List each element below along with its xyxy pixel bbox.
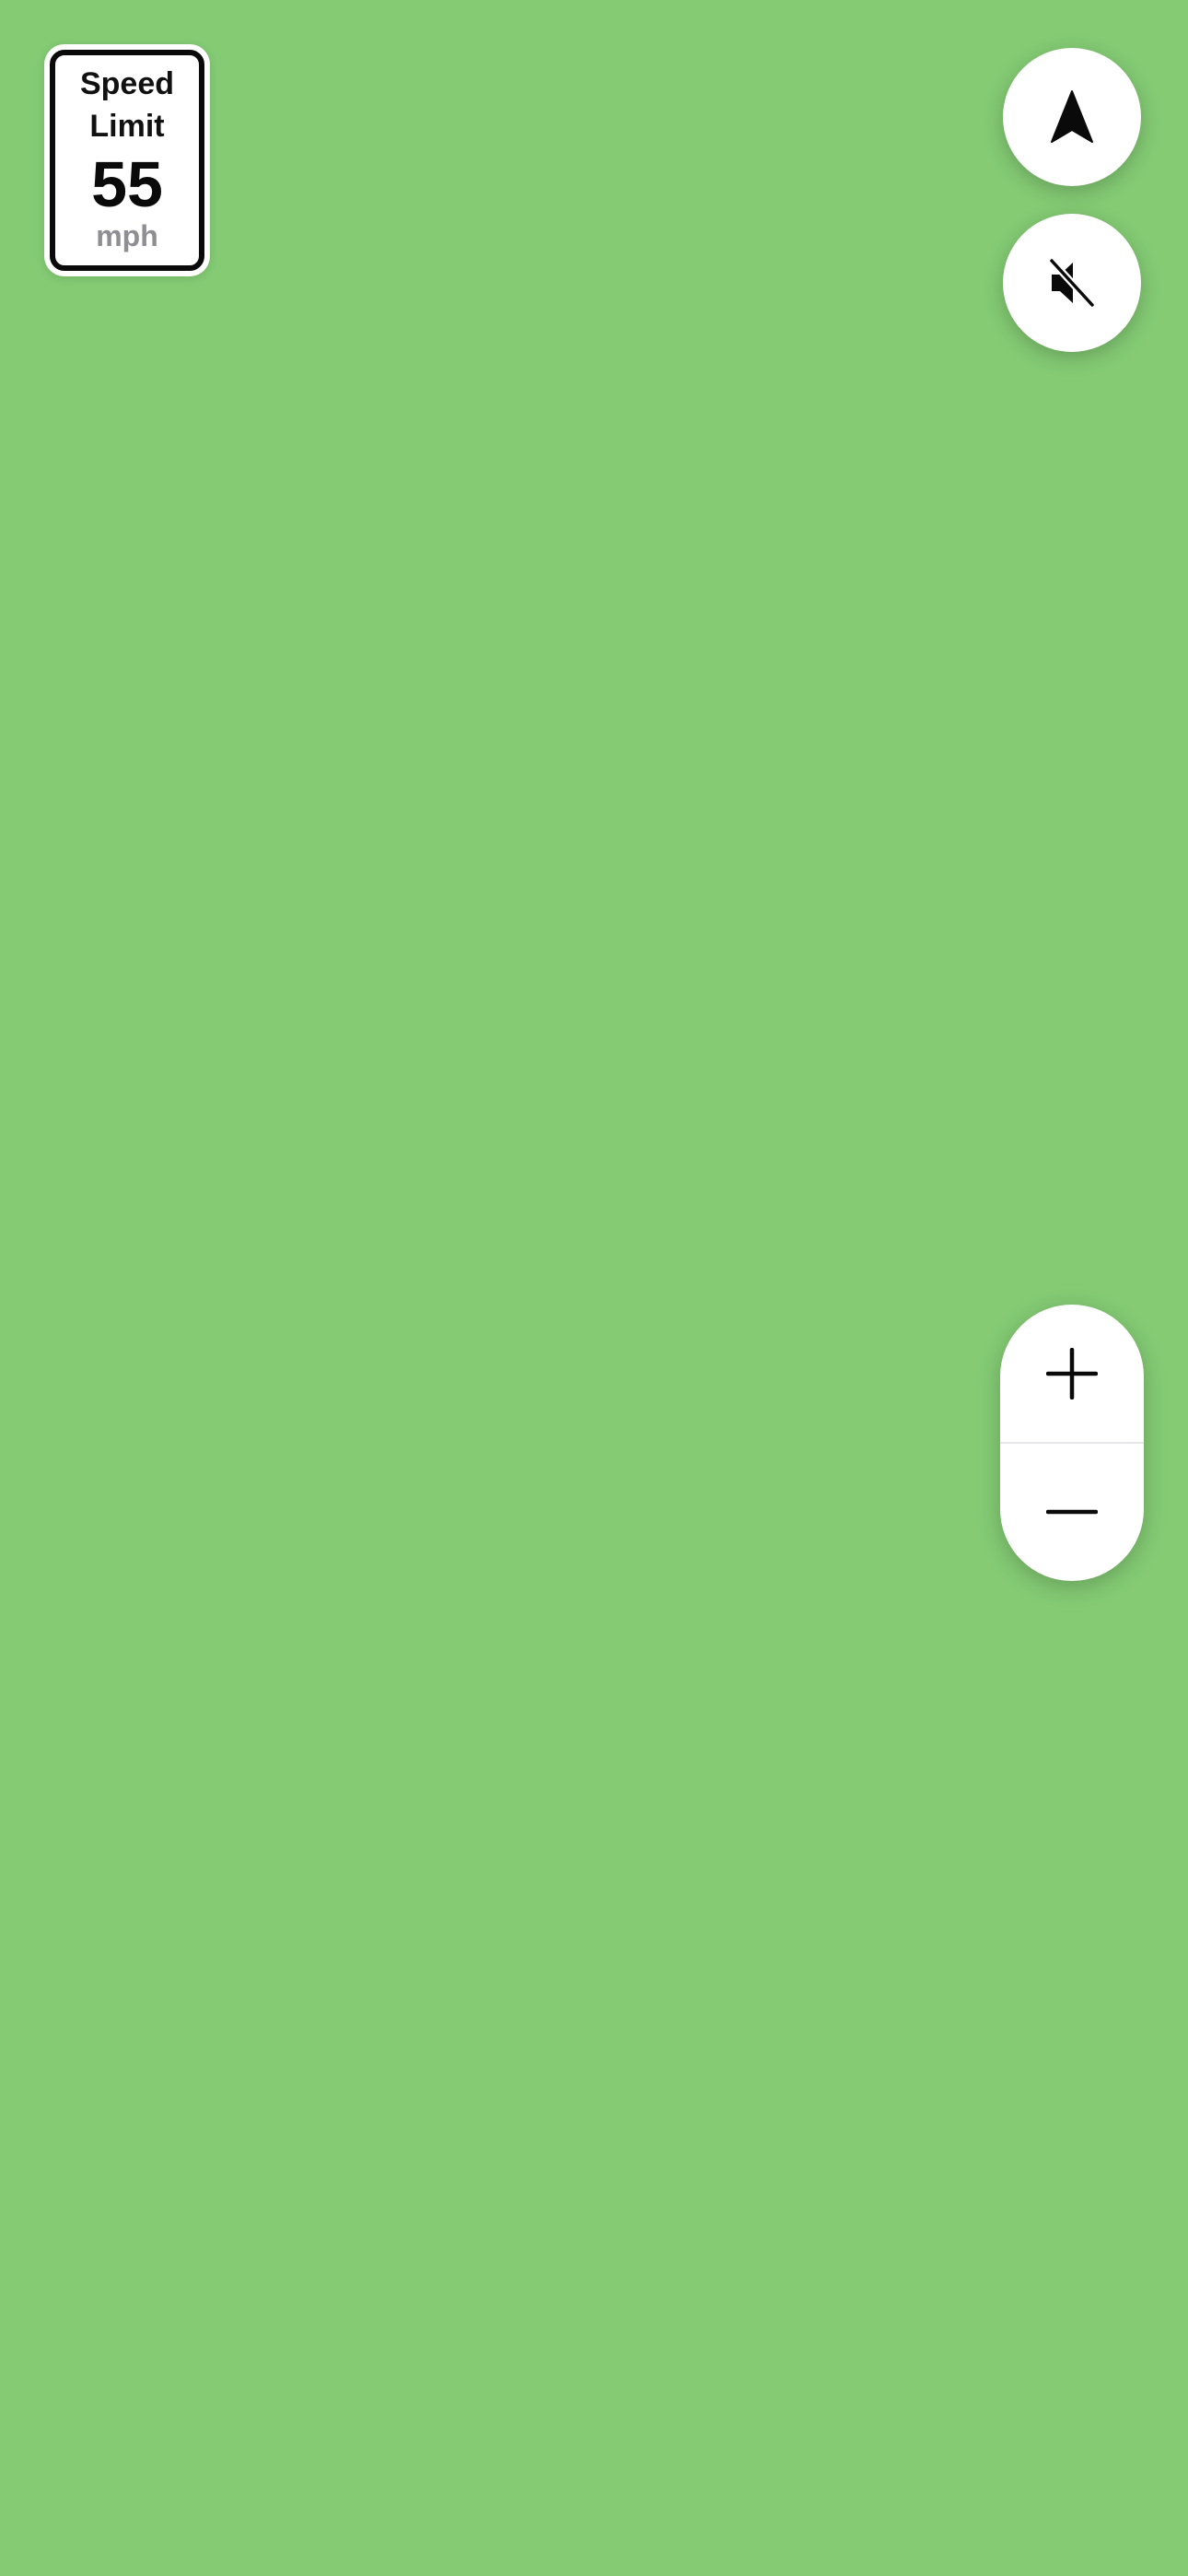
- map-view[interactable]: [0, 0, 1188, 2576]
- minus-icon: [1046, 1509, 1098, 1515]
- speed-limit-title-line1: Speed: [79, 66, 175, 101]
- zoom-out-button[interactable]: [1000, 1443, 1144, 1581]
- zoom-control: [1000, 1305, 1144, 1581]
- mute-button[interactable]: [1003, 214, 1141, 352]
- speed-limit-sign-border: Speed Limit 55 mph: [50, 50, 204, 271]
- speed-limit-sign: Speed Limit 55 mph: [44, 44, 210, 276]
- recenter-button[interactable]: [1003, 48, 1141, 186]
- speed-limit-value: 55: [91, 148, 163, 220]
- speaker-slash-icon: [1049, 258, 1095, 308]
- zoom-divider: [1000, 1442, 1144, 1444]
- speed-limit-title-line2: Limit: [89, 109, 165, 144]
- navigation-arrow-icon: [1051, 90, 1093, 143]
- plus-icon: [1046, 1348, 1098, 1399]
- zoom-in-button[interactable]: [1000, 1305, 1144, 1443]
- speed-limit-unit: mph: [96, 219, 158, 252]
